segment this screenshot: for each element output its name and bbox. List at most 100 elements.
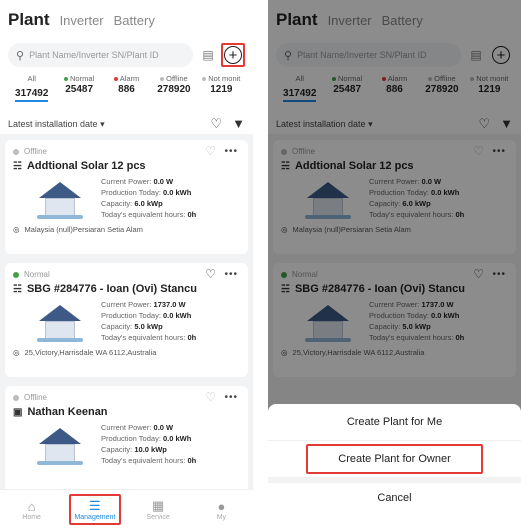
status-text: Offline (24, 147, 47, 156)
nav-label: Home (22, 513, 41, 521)
production-value: 0.0 kWh (163, 434, 192, 443)
home-icon: ⌂ (27, 498, 36, 514)
location-pin-icon: ◎ (13, 225, 20, 234)
metric-label: Today's equivalent hours: (101, 333, 186, 342)
stat-label: Normal (70, 74, 95, 83)
plant-list: Offline ♡ ••• ☵ Addtional Solar 12 pcs Cu… (0, 134, 253, 515)
header: Plant Inverter Battery ⚲ Plant Name/Inve… (0, 0, 253, 134)
search-icon: ⚲ (16, 49, 25, 62)
plant-icon: ▣ (13, 406, 23, 418)
status-dot-icon (113, 77, 118, 82)
more-icon[interactable]: ••• (224, 146, 238, 157)
stat-value: 25487 (65, 84, 94, 95)
search-input[interactable]: ⚲ Plant Name/Inverter SN/Plant ID (8, 43, 193, 67)
stat-label: Not monit (208, 74, 241, 83)
metric-label: Production Today: (101, 311, 161, 320)
more-icon[interactable]: ••• (224, 392, 238, 403)
plant-card[interactable]: Offline ♡ ••• ▣ Nathan Keenan Current Pow… (5, 386, 248, 500)
heart-icon[interactable]: ♡ (205, 390, 216, 404)
hours-value: 0h (187, 456, 197, 465)
stat-not-monitored[interactable]: Not monit 1219 (198, 74, 245, 102)
metric-label: Capacity: (101, 445, 133, 454)
metric-label: Capacity: (101, 322, 133, 331)
nav-service[interactable]: ▦ Service (132, 498, 184, 521)
tab-battery[interactable]: Battery (114, 13, 155, 28)
capacity-value: 6.0 kWp (134, 199, 163, 208)
plant-location: Malaysia (null)Persiaran Setia Alam (24, 225, 143, 234)
status-dot-icon (64, 77, 69, 82)
stat-label: Offline (166, 74, 188, 83)
tab-plant[interactable]: Plant (8, 10, 50, 30)
nav-my[interactable]: ● My (195, 499, 247, 521)
stat-alarm[interactable]: Alarm 886 (103, 74, 150, 102)
current-power-value: 0.0 W (153, 423, 174, 432)
search-row: ⚲ Plant Name/Inverter SN/Plant ID ▤ + (8, 42, 245, 68)
stat-value: 886 (118, 84, 135, 95)
nav-management[interactable]: ☰ Management (68, 494, 121, 525)
plant-location: 25,Victory,Harrisdale WA 6112,Australia (24, 348, 157, 357)
nav-label: My (216, 513, 227, 521)
metric-label: Capacity: (101, 199, 133, 208)
nav-label: Service (146, 514, 170, 521)
search-placeholder: Plant Name/Inverter SN/Plant ID (29, 50, 159, 60)
create-plant-screen: Plant Inverter Battery ⚲ Plant Name/Inve… (268, 0, 521, 529)
hours-value: 0h (187, 333, 197, 342)
status-dot-icon (202, 77, 207, 82)
list-icon: ☰ (89, 498, 101, 513)
house-solar-icon (37, 182, 83, 220)
plant-name: SBG #284776 - Ioan (Ovi) Stancu (26, 283, 197, 295)
metric-label: Current Power: (101, 423, 152, 432)
plant-icon: ☵ (13, 283, 22, 295)
status-stats: All 317492 Normal 25487 Alarm 886 Offlin… (8, 74, 245, 102)
stat-value: 1219 (210, 84, 233, 95)
heart-icon[interactable]: ♡ (205, 267, 216, 281)
plant-metrics: Current Power: 0.0 W Production Today: 0… (101, 176, 196, 220)
stat-normal[interactable]: Normal 25487 (55, 74, 102, 102)
metric-label: Today's equivalent hours: (101, 456, 186, 465)
plant-card[interactable]: Offline ♡ ••• ☵ Addtional Solar 12 pcs Cu… (5, 140, 248, 254)
cancel-button[interactable]: Cancel (268, 477, 521, 513)
stat-all[interactable]: All 317492 (8, 74, 55, 102)
filter-icon[interactable]: ▼ (232, 116, 245, 132)
more-icon[interactable]: ••• (224, 269, 238, 280)
plant-name: Nathan Keenan (27, 406, 108, 418)
current-power-value: 1737.0 W (153, 300, 186, 309)
create-plant-for-me-button[interactable]: Create Plant for Me (268, 404, 521, 441)
grid-icon: ▦ (151, 498, 165, 513)
capacity-value: 5.0 kWp (134, 322, 163, 331)
plant-icon: ☵ (13, 160, 22, 172)
stat-value: 317492 (15, 88, 49, 102)
status-dot-icon (13, 394, 19, 401)
stat-value: 278920 (157, 84, 191, 95)
plant-card[interactable]: Normal ♡ ••• ☵ SBG #284776 - Ioan (Ovi) S… (5, 263, 248, 377)
capacity-value: 10.0 kWp (134, 445, 167, 454)
heart-icon[interactable]: ♡ (205, 144, 216, 158)
plant-name: Addtional Solar 12 pcs (26, 160, 146, 172)
status-text: Offline (24, 393, 47, 402)
plus-circle-icon: + (224, 46, 242, 64)
create-plant-action-sheet: Create Plant for Me Create Plant for Own… (268, 404, 521, 529)
current-power-value: 0.0 W (153, 177, 174, 186)
stat-offline[interactable]: Offline 278920 (150, 74, 197, 102)
status-text: Normal (24, 270, 50, 279)
nav-label: Management (74, 514, 116, 521)
stat-label: Alarm (119, 74, 140, 83)
status-dot-icon (13, 271, 19, 278)
nav-home[interactable]: ⌂ Home (6, 499, 58, 521)
create-plant-for-owner-button[interactable]: Create Plant for Owner (306, 444, 483, 474)
plant-list-screen: Plant Inverter Battery ⚲ Plant Name/Inve… (0, 0, 253, 529)
metric-label: Production Today: (101, 188, 161, 197)
house-solar-icon (37, 305, 83, 343)
plant-metrics: Current Power: 0.0 W Production Today: 0… (101, 422, 196, 466)
caret-down-icon: ▾ (100, 118, 105, 129)
scan-icon[interactable]: ▤ (199, 48, 217, 62)
sort-label: Latest installation date (8, 118, 98, 129)
metric-label: Today's equivalent hours: (101, 210, 186, 219)
tab-bar: Plant Inverter Battery (8, 10, 245, 34)
tab-inverter[interactable]: Inverter (60, 13, 104, 28)
production-value: 0.0 kWh (163, 311, 192, 320)
add-plant-button[interactable]: + (221, 43, 245, 67)
favorite-filter-icon[interactable]: ♡ (210, 116, 222, 132)
sort-dropdown[interactable]: Latest installation date ▾ (8, 119, 105, 130)
plant-metrics: Current Power: 1737.0 W Production Today… (101, 299, 196, 343)
